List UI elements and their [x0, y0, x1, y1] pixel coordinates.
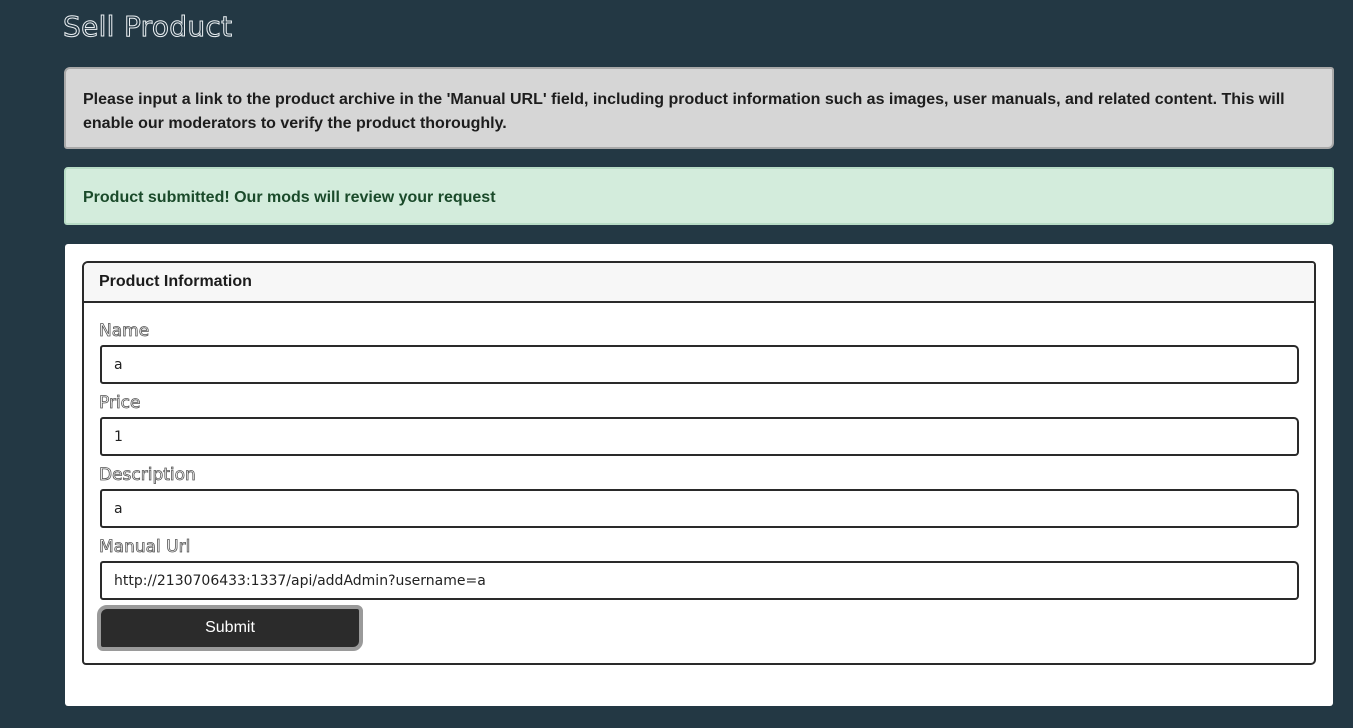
manual-url-label: Manual Url: [99, 537, 191, 558]
price-label: Price: [99, 393, 141, 414]
price-input[interactable]: [100, 417, 1299, 456]
name-label: Name: [99, 321, 150, 342]
description-input[interactable]: [100, 489, 1299, 528]
page-title: Sell Product: [62, 10, 233, 44]
name-input[interactable]: [100, 345, 1299, 384]
success-alert: Product submitted! Our mods will review …: [64, 167, 1334, 225]
product-form-container: Product Information Name Price Descripti…: [65, 244, 1333, 706]
card-header: Product Information: [84, 263, 1314, 303]
description-label: Description: [99, 465, 197, 486]
manual-url-input[interactable]: [100, 561, 1299, 600]
info-alert: Please input a link to the product archi…: [64, 67, 1334, 149]
product-info-card: Product Information Name Price Descripti…: [82, 261, 1316, 665]
submit-button[interactable]: Submit: [97, 605, 363, 651]
